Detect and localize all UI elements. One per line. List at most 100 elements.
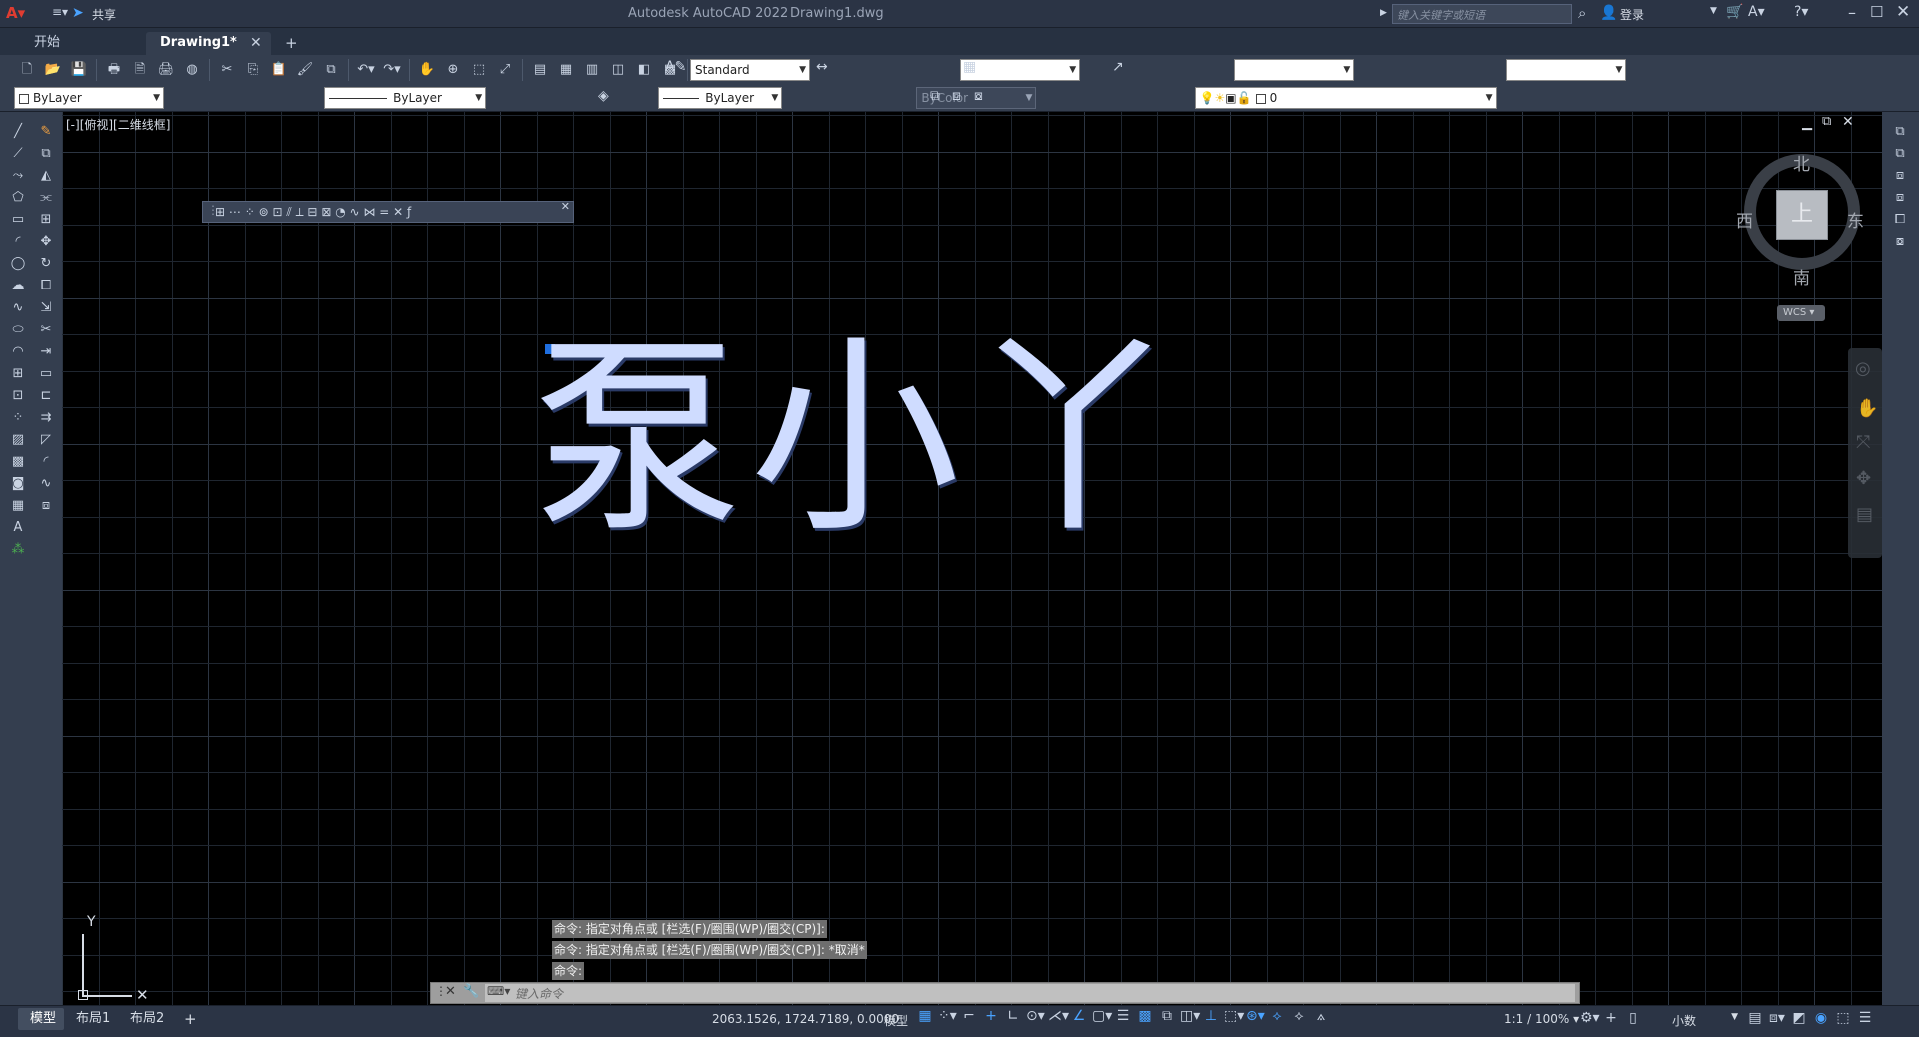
blend-curves-icon[interactable]: ∿ — [36, 474, 56, 494]
drawing-text-object[interactable]: 泵小丫 — [532, 319, 1186, 559]
line-icon[interactable]: ╱ — [8, 122, 28, 142]
gizmo-icon[interactable]: ⊛▾ — [1246, 1006, 1265, 1026]
mtext-icon[interactable]: A — [8, 518, 28, 538]
layer-previous-icon[interactable]: ⧈ — [952, 88, 961, 104]
point-icon[interactable]: ⁘ — [8, 408, 28, 428]
isodraft-icon[interactable]: ⋌▾ — [1048, 1006, 1069, 1026]
autodesk-a360-icon[interactable]: A▾ — [1748, 4, 1765, 20]
redo-icon[interactable]: ↷▾ — [381, 59, 403, 81]
save-icon[interactable]: 💾 — [68, 59, 90, 81]
stretch-icon[interactable]: ⇲ — [36, 298, 56, 318]
rectangle-icon[interactable]: ▭ — [8, 210, 28, 230]
spline-icon[interactable]: ∿ — [8, 298, 28, 318]
zoom-window-icon[interactable]: ⬚ — [468, 59, 490, 81]
viewport-minimize-icon[interactable]: ▁ — [1802, 116, 1812, 131]
cut-icon[interactable]: ✂ — [216, 59, 238, 81]
command-close-icon[interactable]: ✕ — [445, 984, 456, 999]
join-icon[interactable]: ⇉ — [36, 408, 56, 428]
constraint-collinear-icon[interactable]: ⁘ — [245, 205, 255, 219]
model-space-button[interactable]: 模型 — [884, 1012, 908, 1029]
parameters-manager-icon[interactable]: ƒ — [407, 205, 411, 219]
constraint-horizontal-icon[interactable]: ⊟ — [307, 205, 317, 219]
lock-ui-icon[interactable]: ⧈▾ — [1768, 1008, 1786, 1028]
customization-icon[interactable]: ☰ — [1856, 1008, 1874, 1028]
constraint-equal-icon[interactable]: = — [379, 205, 389, 219]
undo-icon[interactable]: ↶▾ — [355, 59, 377, 81]
layer-states-icon[interactable]: ⧇ — [974, 88, 983, 104]
constraint-concentric-icon[interactable]: ⊚ — [259, 205, 269, 219]
dim-style-select[interactable]: ▼ — [960, 59, 1081, 81]
copy-icon[interactable]: ⎘ — [242, 59, 264, 81]
gradient-icon[interactable]: ▩ — [8, 452, 28, 472]
print-preview-icon[interactable]: 🗎 — [129, 59, 151, 81]
wcs-menu[interactable]: WCS ▾ — [1777, 305, 1825, 321]
ortho-toggle-icon[interactable]: ∟ — [1004, 1006, 1022, 1026]
scale-icon[interactable]: ⧠ — [36, 276, 56, 296]
selection-filter-icon[interactable]: ⬚▾ — [1224, 1006, 1244, 1026]
properties-icon[interactable]: ▤ — [529, 59, 551, 81]
arc-icon[interactable]: ◜ — [8, 232, 28, 252]
nav-orbit-icon[interactable]: ✥ — [1856, 468, 1871, 489]
annotation-scale-select[interactable]: 1:1 / 100% ▾ — [1504, 1012, 1579, 1026]
ellipse-icon[interactable]: ⬭ — [8, 320, 28, 340]
sheet-set-icon[interactable]: ◫ — [607, 59, 629, 81]
copy-object-icon[interactable]: ⧉ — [36, 144, 56, 164]
zoom-realtime-icon[interactable]: ⊕ — [442, 59, 464, 81]
polygon-icon[interactable]: ⬠ — [8, 188, 28, 208]
markup-icon[interactable]: ◧ — [633, 59, 655, 81]
search-icon[interactable]: ⌕ — [1578, 4, 1586, 22]
move-icon[interactable]: ✥ — [36, 232, 56, 252]
mleader-style-select[interactable]: ▼ — [1506, 59, 1627, 81]
design-center-icon[interactable]: ▦ — [555, 59, 577, 81]
region-icon[interactable]: ◙ — [8, 474, 28, 494]
osnap-toggle-icon[interactable]: ▢▾ — [1092, 1006, 1112, 1026]
app-menu-button[interactable]: A▾ — [6, 4, 36, 24]
workspace-gear-icon[interactable]: ⚙▾ — [1580, 1008, 1600, 1028]
rotate-icon[interactable]: ↻ — [36, 254, 56, 274]
showmotion-icon[interactable]: ▤ — [1856, 504, 1873, 525]
constraint-smooth-icon[interactable]: ∿ — [350, 205, 360, 219]
lineweight-select[interactable]: ByLayer ▼ — [658, 87, 783, 109]
command-customize-icon[interactable]: 🔧 — [463, 984, 479, 999]
block-editor-icon[interactable]: ⧉ — [320, 59, 342, 81]
drawing-canvas[interactable]: [-][俯视][二维线框] ⋮ ⊞ ⋯ ⁘ ⊚ ⊡ ⫽ ⟂ ⊟ ⊠ ◔ ∿ ⋈ … — [62, 112, 1882, 1005]
constraint-symmetric-icon[interactable]: ⋈ — [363, 205, 375, 219]
delete-constraints-icon[interactable]: ✕ — [393, 205, 403, 219]
print-icon[interactable]: 🖶 — [103, 59, 125, 81]
nav-zoom-extents-icon[interactable]: ⤧ — [1856, 432, 1870, 453]
help-icon[interactable]: ?▾ — [1794, 4, 1808, 20]
linetype-select[interactable]: ByLayer ▼ — [324, 87, 487, 109]
zoom-previous-icon[interactable]: ⤢ — [494, 59, 516, 81]
nav-pan-icon[interactable]: ✋ — [1856, 398, 1878, 419]
hatch-to-back-icon[interactable]: ⧇ — [1888, 232, 1912, 252]
recent-commands-icon[interactable]: ⌨▾ — [487, 984, 510, 998]
text-style-select[interactable]: Standard ▼ — [690, 59, 810, 81]
bring-above-icon[interactable]: ⧈ — [1888, 166, 1912, 186]
tab-close-icon[interactable]: ✕ — [250, 32, 262, 54]
construction-line-icon[interactable]: ⟋ — [8, 144, 28, 164]
make-block-icon[interactable]: ⊡ — [8, 386, 28, 406]
lineweight-toggle-icon[interactable]: ☰ — [1114, 1006, 1132, 1026]
viewcube-west[interactable]: 西 — [1736, 207, 1753, 232]
trim-icon[interactable]: ✂ — [36, 320, 56, 340]
revcloud-icon[interactable]: ☁ — [8, 276, 28, 296]
login-dropdown-icon[interactable]: ▼ — [1710, 6, 1717, 16]
new-layout-icon[interactable]: + — [176, 1009, 205, 1029]
isolate-objects-icon[interactable]: ◩ — [1790, 1008, 1808, 1028]
publish-icon[interactable]: ◍ — [181, 59, 203, 81]
layout-tab-1[interactable]: 布局1 — [68, 1009, 118, 1029]
chamfer-icon[interactable]: ◸ — [36, 430, 56, 450]
constraint-tangent-icon[interactable]: ◔ — [335, 205, 345, 219]
ellipse-arc-icon[interactable]: ◠ — [8, 342, 28, 362]
auto-constrain-icon[interactable]: ⊞ — [215, 205, 225, 219]
floating-toolbar-close-icon[interactable]: ✕ — [561, 200, 570, 213]
mirror-icon[interactable]: ◭ — [36, 166, 56, 186]
snap-toggle-icon[interactable]: ⁘▾ — [938, 1006, 957, 1026]
polar-toggle-icon[interactable]: ⊙▾ — [1026, 1006, 1045, 1026]
open-icon[interactable]: 📂 — [42, 59, 64, 81]
tab-start[interactable]: 开始 — [34, 32, 60, 54]
search-field[interactable]: 键入关键字或短语 — [1392, 4, 1572, 24]
annotation-scale-icon[interactable]: ⟑ — [1312, 1006, 1330, 1026]
layer-select[interactable]: 💡☀▣🔓 0 ▼ — [1194, 87, 1497, 109]
extend-icon[interactable]: ⇥ — [36, 342, 56, 362]
